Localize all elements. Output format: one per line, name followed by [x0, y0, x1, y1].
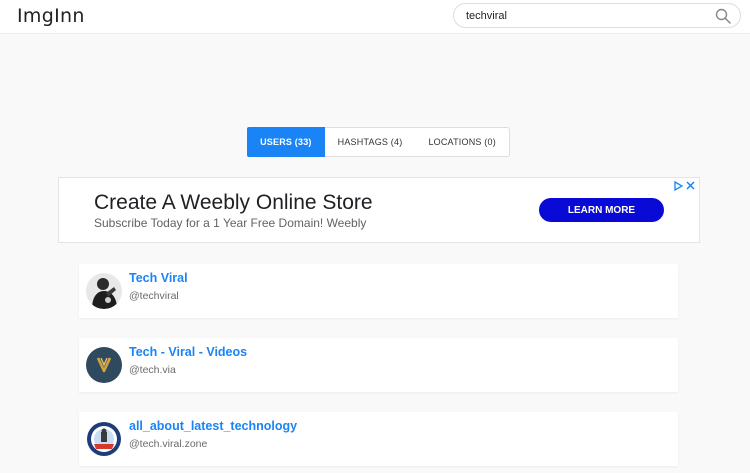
user-handle: @tech.via [129, 364, 176, 376]
top-bar: ImgInn [0, 0, 750, 34]
avatar[interactable] [86, 347, 122, 383]
tab-locations[interactable]: LOCATIONS (0) [415, 128, 509, 156]
user-result-card[interactable]: Tech Viral @techviral [79, 264, 678, 318]
ad-subtitle: Subscribe Today for a 1 Year Free Domain… [94, 216, 367, 230]
adchoices-icon[interactable] [674, 181, 683, 191]
user-handle: @tech.viral.zone [129, 438, 208, 450]
avatar[interactable] [86, 421, 122, 457]
user-name[interactable]: Tech - Viral - Videos [129, 345, 247, 359]
search-input[interactable] [466, 7, 706, 25]
ad-banner[interactable]: Create A Weebly Online Store Subscribe T… [58, 177, 700, 243]
learn-more-button[interactable]: LEARN MORE [539, 198, 664, 222]
tab-users[interactable]: USERS (33) [247, 127, 325, 157]
result-tabs: USERS (33) HASHTAGS (4) LOCATIONS (0) [247, 127, 510, 157]
user-result-card[interactable]: all_about_latest_technology @tech.viral.… [79, 412, 678, 466]
site-logo[interactable]: ImgInn [17, 5, 85, 27]
search-icon[interactable] [715, 8, 731, 24]
user-handle: @techviral [129, 290, 179, 302]
user-name[interactable]: all_about_latest_technology [129, 419, 297, 433]
ad-title[interactable]: Create A Weebly Online Store [94, 191, 373, 215]
avatar[interactable] [86, 273, 122, 309]
user-name[interactable]: Tech Viral [129, 271, 188, 285]
tab-hashtags[interactable]: HASHTAGS (4) [325, 128, 416, 156]
search-box[interactable] [453, 3, 741, 28]
user-result-card[interactable]: Tech - Viral - Videos @tech.via [79, 338, 678, 392]
close-icon[interactable] [686, 181, 695, 190]
